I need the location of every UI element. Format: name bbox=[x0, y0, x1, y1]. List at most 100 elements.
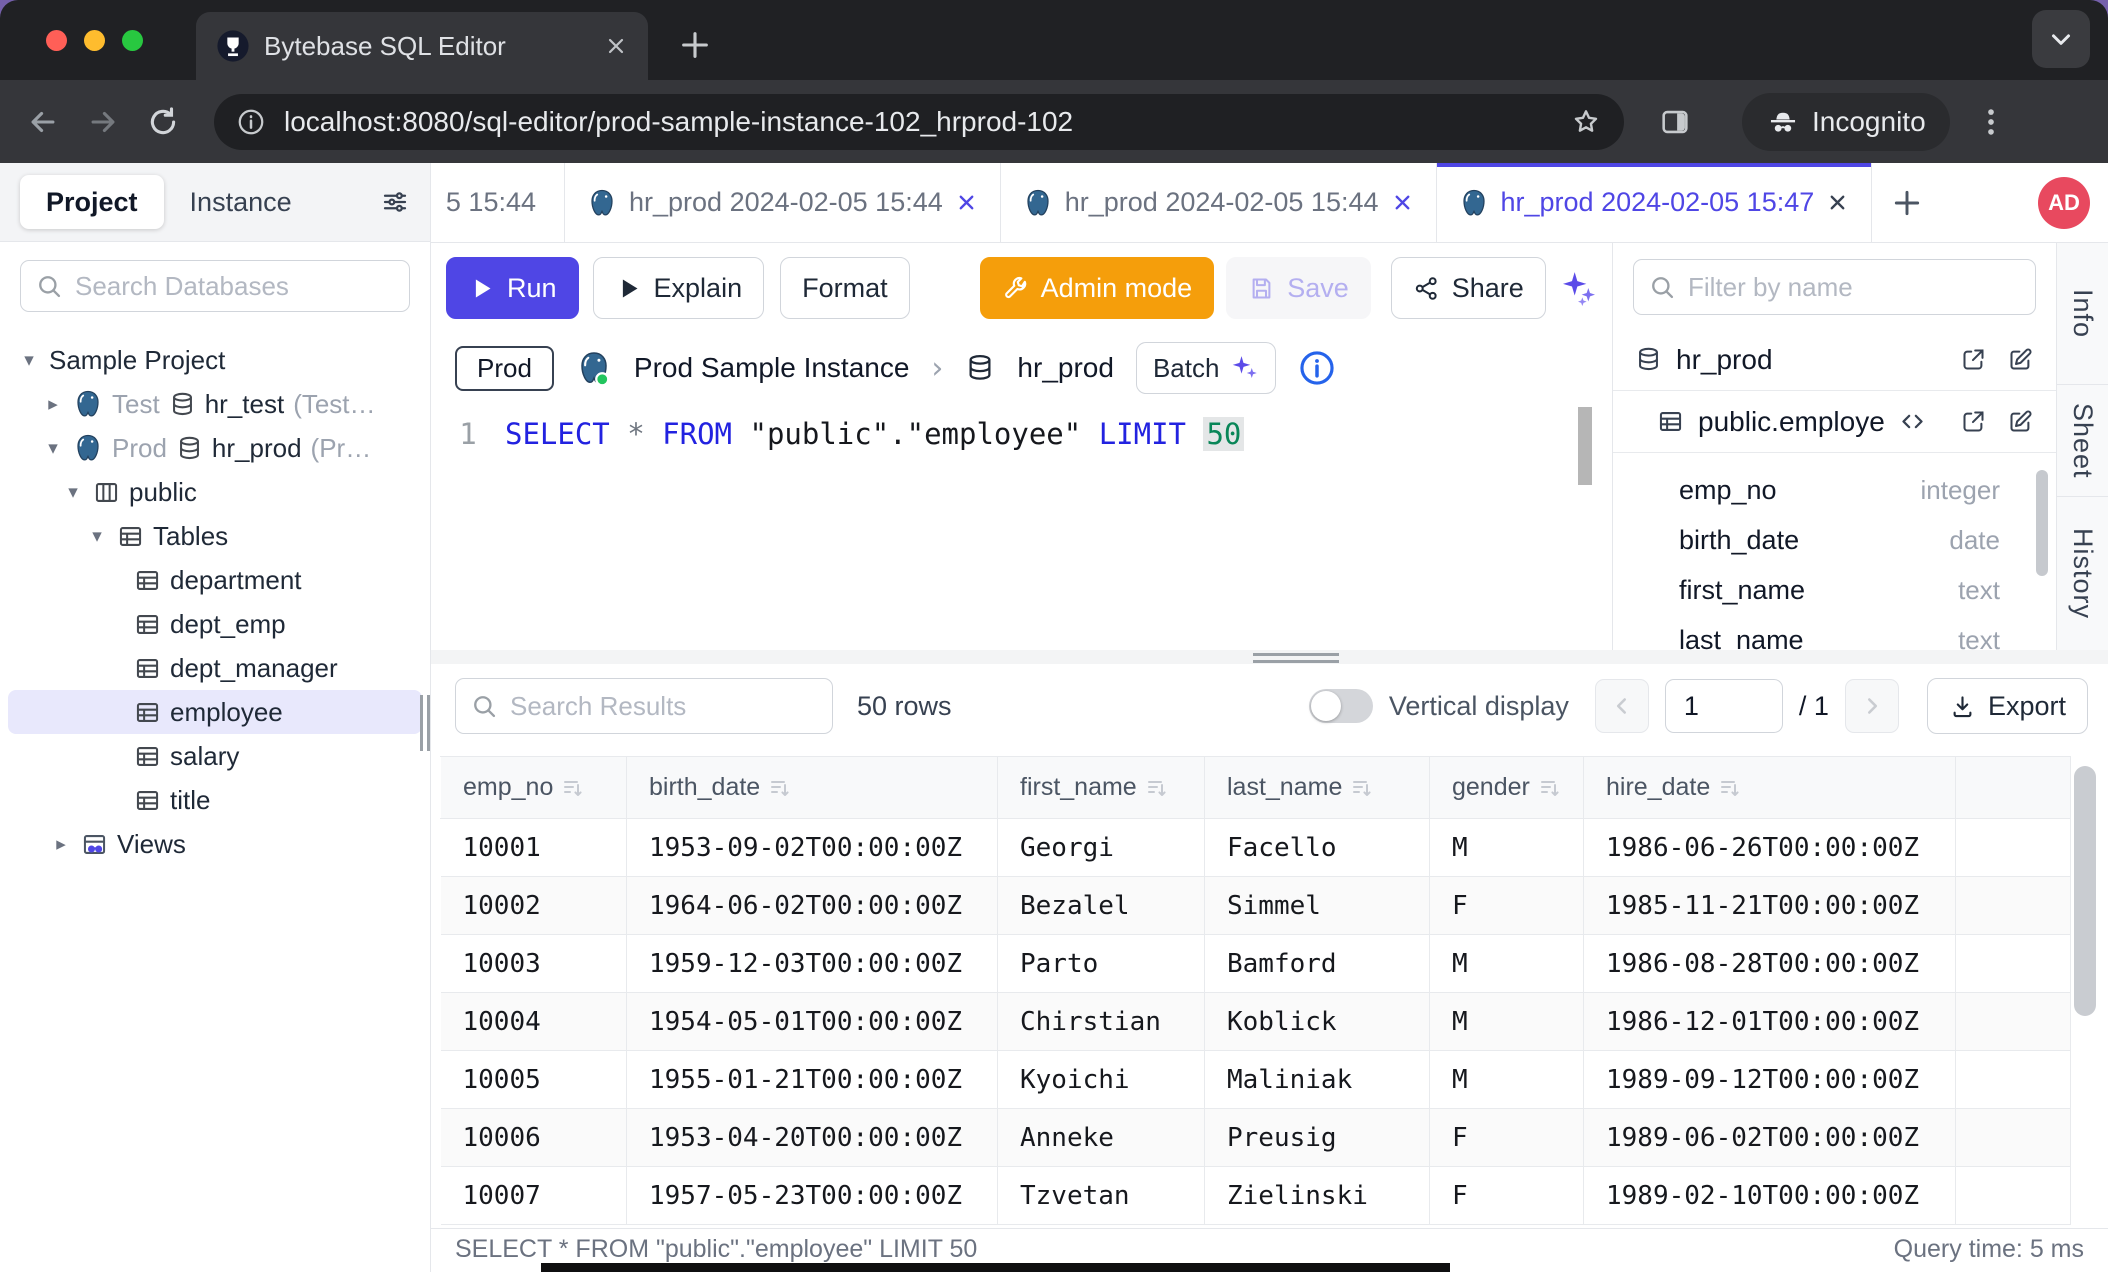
results-search-input[interactable] bbox=[508, 690, 818, 723]
results-search[interactable] bbox=[455, 678, 833, 734]
edit-icon[interactable] bbox=[2007, 408, 2034, 435]
close-worksheet-icon[interactable] bbox=[1391, 191, 1414, 214]
site-info-icon[interactable] bbox=[236, 107, 266, 137]
schema-panel: hr_prod public.employe bbox=[1612, 243, 2056, 650]
side-panel-icon[interactable] bbox=[1658, 105, 1692, 139]
back-icon[interactable] bbox=[26, 105, 60, 139]
address-bar[interactable]: localhost:8080/sql-editor/prod-sample-in… bbox=[214, 94, 1624, 150]
cell: Koblick bbox=[1205, 993, 1430, 1051]
column-name: birth_date bbox=[1679, 525, 1799, 556]
tree-item-views-group[interactable]: ▸ Views bbox=[0, 822, 430, 866]
column-header[interactable]: gender bbox=[1430, 757, 1584, 819]
save-button[interactable]: Save bbox=[1226, 257, 1371, 319]
tree-item-table-department[interactable]: department bbox=[0, 558, 430, 602]
tree-item-project[interactable]: ▾ Sample Project bbox=[0, 338, 430, 382]
zoom-window-button[interactable] bbox=[122, 30, 143, 51]
tree-item-table-dept-emp[interactable]: dept_emp bbox=[0, 602, 430, 646]
table-row: 10003 1959-12-03T00:00:00Z Parto Bamford… bbox=[441, 935, 2071, 993]
batch-button[interactable]: Batch bbox=[1136, 342, 1277, 394]
close-worksheet-icon[interactable] bbox=[1826, 191, 1849, 214]
explain-button[interactable]: Explain bbox=[593, 257, 765, 319]
rail-tab-history[interactable]: History bbox=[2057, 497, 2108, 650]
schema-database-row[interactable]: hr_prod bbox=[1613, 329, 2056, 391]
edit-icon[interactable] bbox=[2007, 346, 2034, 373]
schema-filter-input[interactable] bbox=[1686, 271, 2021, 304]
sql-code-line[interactable]: 1 SELECT * FROM "public"."employee" LIMI… bbox=[431, 411, 1612, 457]
tree-item-tables-group[interactable]: ▾ Tables bbox=[0, 514, 430, 558]
bookmark-star-icon[interactable] bbox=[1570, 106, 1602, 138]
worksheet-tab-clipped[interactable]: 5 15:44 bbox=[431, 163, 565, 242]
column-header[interactable]: emp_no bbox=[441, 757, 627, 819]
export-button[interactable]: Export bbox=[1927, 678, 2088, 734]
cell: F bbox=[1430, 1109, 1584, 1167]
external-link-icon[interactable] bbox=[1960, 408, 1987, 435]
next-page-button[interactable] bbox=[1845, 679, 1899, 733]
editor-scrollbar-thumb[interactable] bbox=[1578, 407, 1592, 485]
admin-mode-button[interactable]: Admin mode bbox=[980, 257, 1215, 319]
code-icon[interactable] bbox=[1899, 408, 1926, 435]
table-icon bbox=[134, 567, 161, 594]
sort-icon bbox=[1350, 776, 1374, 800]
external-link-icon[interactable] bbox=[1960, 346, 1987, 373]
column-header[interactable]: last_name bbox=[1205, 757, 1430, 819]
database-name[interactable]: hr_prod bbox=[1017, 352, 1114, 384]
tree-item-schema-public[interactable]: ▾ public bbox=[0, 470, 430, 514]
close-window-button[interactable] bbox=[46, 30, 67, 51]
user-avatar[interactable]: AD bbox=[2038, 177, 2090, 229]
page-number-input[interactable] bbox=[1665, 679, 1783, 733]
column-row[interactable]: emp_no integer bbox=[1613, 465, 2056, 515]
column-row[interactable]: last_name text bbox=[1613, 615, 2056, 650]
column-row[interactable]: birth_date date bbox=[1613, 515, 2056, 565]
schema-icon bbox=[93, 479, 120, 506]
table-icon bbox=[134, 743, 161, 770]
tree-label: Sample Project bbox=[49, 345, 225, 376]
prev-page-button[interactable] bbox=[1595, 679, 1649, 733]
ai-sparkles-icon[interactable] bbox=[1554, 264, 1602, 312]
format-button[interactable]: Format bbox=[780, 257, 910, 319]
close-worksheet-icon[interactable] bbox=[955, 191, 978, 214]
browser-tab[interactable]: Bytebase SQL Editor bbox=[196, 12, 648, 80]
tab-instance[interactable]: Instance bbox=[164, 175, 318, 229]
worksheet-tab[interactable]: hr_prod 2024-02-05 15:44 bbox=[1001, 163, 1437, 242]
schema-table-row[interactable]: public.employe bbox=[1613, 391, 2056, 453]
close-tab-icon[interactable] bbox=[604, 34, 628, 58]
minimize-window-button[interactable] bbox=[84, 30, 105, 51]
sidebar-resize-handle[interactable] bbox=[420, 695, 434, 751]
column-header[interactable]: first_name bbox=[998, 757, 1205, 819]
instance-name[interactable]: Prod Sample Instance bbox=[634, 352, 910, 384]
results-scrollbar-thumb[interactable] bbox=[2074, 766, 2096, 1016]
horizontal-splitter[interactable] bbox=[431, 650, 2108, 664]
environment-suffix: (Pr… bbox=[311, 433, 372, 464]
column-row[interactable]: first_name text bbox=[1613, 565, 2056, 615]
tree-item-hr-test[interactable]: ▸ Test hr_test (Test… bbox=[0, 382, 430, 426]
worksheet-tab-active[interactable]: hr_prod 2024-02-05 15:47 bbox=[1437, 163, 1873, 242]
column-header[interactable]: hire_date bbox=[1584, 757, 1956, 819]
tree-item-table-title[interactable]: title bbox=[0, 778, 430, 822]
rail-tab-sheet[interactable]: Sheet bbox=[2057, 385, 2108, 497]
new-tab-button[interactable] bbox=[678, 28, 712, 62]
column-header[interactable]: birth_date bbox=[627, 757, 998, 819]
info-icon[interactable] bbox=[1298, 349, 1336, 387]
rail-tab-info[interactable]: Info bbox=[2057, 243, 2108, 385]
worksheet-tab[interactable]: hr_prod 2024-02-05 15:44 bbox=[565, 163, 1001, 242]
vertical-display-toggle[interactable] bbox=[1309, 689, 1373, 723]
schema-scrollbar-thumb[interactable] bbox=[2036, 470, 2048, 576]
tree-item-table-salary[interactable]: salary bbox=[0, 734, 430, 778]
results-table: emp_no birth_date first_name last_name g… bbox=[440, 756, 2071, 1225]
share-button[interactable]: Share bbox=[1391, 257, 1546, 319]
run-button[interactable]: Run bbox=[446, 257, 579, 319]
tree-item-hr-prod[interactable]: ▾ Prod hr_prod (Pr… bbox=[0, 426, 430, 470]
filter-settings-icon[interactable] bbox=[380, 187, 410, 217]
new-worksheet-button[interactable] bbox=[1872, 163, 1942, 242]
sidebar-header: Project Instance bbox=[0, 163, 430, 242]
database-search[interactable] bbox=[20, 260, 410, 312]
tab-search-chevron-button[interactable] bbox=[2032, 10, 2090, 68]
reload-icon[interactable] bbox=[146, 105, 180, 139]
schema-filter[interactable] bbox=[1633, 259, 2036, 315]
tree-item-table-dept-manager[interactable]: dept_manager bbox=[0, 646, 430, 690]
database-search-input[interactable] bbox=[73, 270, 395, 303]
browser-menu-icon[interactable] bbox=[1974, 105, 2008, 139]
tab-project[interactable]: Project bbox=[20, 175, 164, 229]
forward-icon[interactable] bbox=[86, 105, 120, 139]
tree-item-table-employee-selected[interactable]: employee bbox=[8, 690, 422, 734]
